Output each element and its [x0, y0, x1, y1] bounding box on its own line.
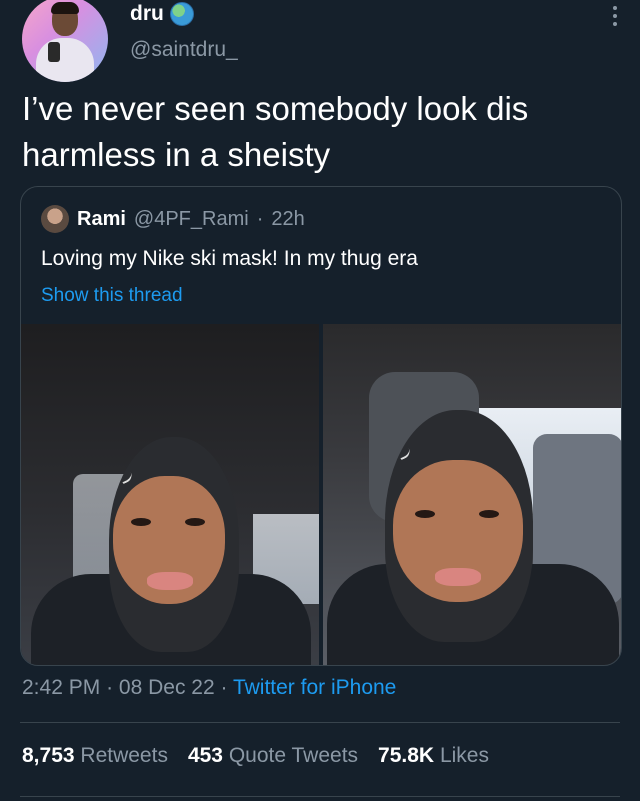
quote-tweet-card[interactable]: Rami @4PF_Rami · 22h Loving my Nike ski … — [20, 186, 622, 666]
tweet-metadata: 2:42 PM · 08 Dec 22 · Twitter for iPhone — [22, 676, 396, 700]
meta-separator: · — [106, 676, 114, 699]
eye — [185, 518, 205, 526]
tweet-date[interactable]: 08 Dec 22 — [119, 676, 215, 699]
author-name-row[interactable]: dru — [130, 2, 194, 26]
lips — [435, 568, 481, 586]
quote-author-avatar — [41, 205, 69, 233]
divider — [20, 796, 620, 797]
author-display-name[interactable]: dru — [130, 2, 164, 26]
quote-header: Rami @4PF_Rami · 22h — [41, 205, 305, 233]
quote-author-name: Rami — [77, 207, 126, 230]
author-handle[interactable]: @saintdru_ — [130, 38, 238, 62]
face — [393, 460, 523, 602]
quote-tweets-count: 453 — [187, 744, 223, 767]
media-photo-2[interactable] — [323, 324, 621, 665]
retweets-stat[interactable]: 8,753 Retweets — [22, 744, 168, 768]
tweet-time[interactable]: 2:42 PM — [22, 676, 100, 699]
show-thread-link[interactable]: Show this thread — [41, 285, 183, 307]
tweet-text: I’ve never seen somebody look dis harmle… — [22, 90, 529, 173]
retweets-label: Retweets — [80, 744, 168, 767]
more-options-icon[interactable] — [612, 6, 618, 26]
avatar-phone — [48, 42, 60, 62]
likes-count: 75.8K — [378, 744, 435, 767]
avatar-figure-hair — [51, 2, 79, 14]
media-photo-1[interactable] — [21, 324, 319, 665]
likes-stat[interactable]: 75.8K Likes — [378, 744, 489, 768]
quote-text: Loving my Nike ski mask! In my thug era — [41, 247, 418, 270]
eye — [479, 510, 499, 518]
likes-label: Likes — [439, 744, 489, 767]
quote-media — [21, 324, 621, 665]
retweets-count: 8,753 — [22, 744, 75, 767]
avatar-figure-body — [36, 38, 94, 82]
globe-icon — [169, 2, 194, 26]
tweet-source-link[interactable]: Twitter for iPhone — [233, 676, 396, 699]
face — [113, 476, 225, 604]
quote-separator: · — [256, 207, 264, 230]
quote-author-handle: @4PF_Rami — [133, 207, 249, 230]
eye — [131, 518, 151, 526]
engagement-stats: 8,753 Retweets 453 Quote Tweets 75.8K Li… — [22, 744, 489, 768]
quote-timestamp: 22h — [271, 207, 305, 230]
quote-tweets-label: Quote Tweets — [228, 744, 359, 767]
eye — [415, 510, 435, 518]
lips — [147, 572, 193, 590]
tweet-header: dru @saintdru_ — [22, 0, 622, 82]
meta-separator: · — [220, 676, 228, 699]
author-avatar[interactable] — [22, 0, 108, 82]
divider — [20, 722, 620, 723]
quote-tweets-stat[interactable]: 453 Quote Tweets — [188, 744, 358, 768]
